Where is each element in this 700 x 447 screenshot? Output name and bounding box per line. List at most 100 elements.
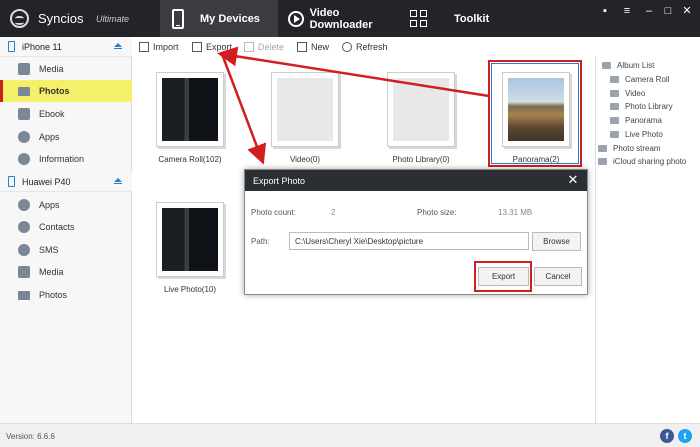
syncios-logo-icon [10, 9, 29, 28]
album-live-photo[interactable]: Live Photo(10) [135, 187, 245, 307]
sms-icon [18, 244, 30, 256]
delete-button[interactable]: Delete [244, 40, 284, 54]
tab-toolkit[interactable]: Toolkit [408, 0, 508, 37]
sidebar-item-media[interactable]: Media [0, 261, 132, 283]
album-list-label: Panorama [625, 115, 662, 125]
eject-icon[interactable] [114, 42, 122, 51]
album-label: Live Photo(10) [163, 285, 217, 294]
delete-label: Delete [258, 42, 285, 52]
twitter-icon[interactable]: t [678, 429, 692, 443]
photo-size-label: Photo size: [417, 208, 457, 217]
sidebar-item-photos[interactable]: Photos [0, 284, 132, 306]
tab-label: My Devices [200, 12, 260, 25]
sidebar-item-apps[interactable]: Apps [0, 194, 132, 216]
album-list-label: iCloud sharing photo [613, 156, 687, 166]
photos-icon [18, 290, 30, 300]
import-label: Import [153, 42, 179, 52]
status-bar: Version: 6.6.6 f t [0, 423, 700, 447]
annotation-highlight-box [488, 60, 582, 167]
sidebar-item-label: Media [39, 64, 64, 74]
sidebar-item-apps[interactable]: Apps [0, 126, 132, 148]
sidebar-item-photos[interactable]: Photos [0, 80, 132, 102]
contacts-icon [18, 221, 30, 233]
folder-icon [602, 61, 611, 69]
phone-icon [8, 176, 15, 187]
export-button[interactable]: Export [192, 40, 232, 54]
tab-my-devices[interactable]: My Devices [160, 0, 278, 37]
close-icon[interactable]: ✕ [566, 173, 580, 187]
sidebar-item-ebook[interactable]: Ebook [0, 103, 132, 125]
apps-icon [18, 199, 30, 211]
photos-icon [18, 86, 30, 96]
media-icon [18, 63, 30, 75]
folder-icon [598, 157, 607, 165]
album-list-item[interactable]: Panorama [610, 114, 662, 126]
device-name: Huawei P40 [22, 176, 71, 187]
export-button[interactable]: Export [478, 267, 529, 286]
device-huawei-p40[interactable]: Huawei P40 [0, 172, 132, 192]
sidebar-item-contacts[interactable]: Contacts [0, 216, 132, 238]
album-list-label: Live Photo [625, 129, 663, 139]
album-list-item[interactable]: iCloud sharing photo [598, 155, 686, 167]
sidebar-item-label: Information [39, 154, 85, 164]
album-list-label: Video [625, 88, 646, 98]
path-input[interactable] [289, 232, 529, 250]
tab-label: Video Downloader [309, 6, 373, 31]
sidebar-item-sms[interactable]: SMS [0, 239, 132, 261]
photo-size-value: 13.31 MB [498, 208, 533, 217]
folder-icon [610, 75, 619, 83]
refresh-icon [342, 42, 352, 52]
sidebar-item-label: Apps [39, 132, 60, 142]
menu-icon[interactable]: ≡ [620, 4, 634, 18]
photo-count-label: Photo count: [251, 208, 296, 217]
album-list-label: Camera Roll [625, 74, 670, 84]
media-icon [18, 266, 30, 278]
folder-icon [610, 116, 619, 124]
title-bar: Syncios Ultimate My Devices Video Downlo… [0, 0, 700, 37]
album-photo-library[interactable]: Photo Library(0) [366, 57, 476, 177]
refresh-button[interactable]: Refresh [342, 40, 388, 54]
tab-video-downloader[interactable]: Video Downloader [284, 0, 402, 37]
album-list-item[interactable]: Camera Roll [610, 73, 669, 85]
album-list-item[interactable]: Video [610, 87, 645, 99]
feedback-icon[interactable]: ▪ [598, 4, 612, 18]
sidebar-item-information[interactable]: Information [0, 148, 132, 170]
album-thumbnail [271, 72, 339, 147]
album-thumbnail [156, 202, 224, 277]
sidebar-item-label: Photos [39, 86, 70, 96]
eject-icon[interactable] [114, 177, 122, 186]
close-icon[interactable]: ✕ [680, 4, 694, 18]
app-edition: Ultimate [96, 14, 130, 24]
cancel-button[interactable]: Cancel [534, 267, 582, 286]
album-thumbnail [387, 72, 455, 147]
export-photo-dialog: Export Photo ✕ Photo count: 2 Photo size… [244, 169, 588, 295]
export-label: Export [206, 42, 233, 52]
album-list-root[interactable]: Album List [602, 59, 654, 71]
facebook-icon[interactable]: f [660, 429, 674, 443]
browse-button[interactable]: Browse [532, 232, 581, 251]
album-label: Photo Library(0) [392, 155, 450, 164]
album-video[interactable]: Video(0) [250, 57, 360, 177]
minimize-icon[interactable]: – [642, 4, 656, 18]
maximize-icon[interactable]: □ [661, 4, 675, 18]
album-list-item[interactable]: Live Photo [610, 128, 663, 140]
photo-count-value: 2 [331, 208, 336, 217]
device-iphone-11[interactable]: iPhone 11 [0, 37, 132, 57]
phone-icon [172, 8, 184, 29]
import-button[interactable]: Import [139, 40, 179, 54]
sidebar-item-label: SMS [39, 245, 59, 255]
folder-icon [610, 130, 619, 138]
new-album-button[interactable]: New [297, 40, 329, 54]
album-list-item[interactable]: Photo Library [610, 100, 673, 112]
sidebar-item-media[interactable]: Media [0, 58, 132, 80]
album-list-label: Photo stream [613, 143, 661, 153]
export-icon [192, 42, 202, 52]
info-icon [18, 153, 30, 165]
album-camera-roll[interactable]: Camera Roll(102) [135, 57, 245, 177]
sidebar-item-label: Ebook [39, 109, 65, 119]
album-label: Camera Roll(102) [158, 155, 222, 164]
folder-icon [297, 42, 307, 52]
album-list-item[interactable]: Photo stream [598, 142, 661, 154]
sidebar-item-label: Apps [39, 200, 60, 210]
ebook-icon [18, 108, 30, 120]
